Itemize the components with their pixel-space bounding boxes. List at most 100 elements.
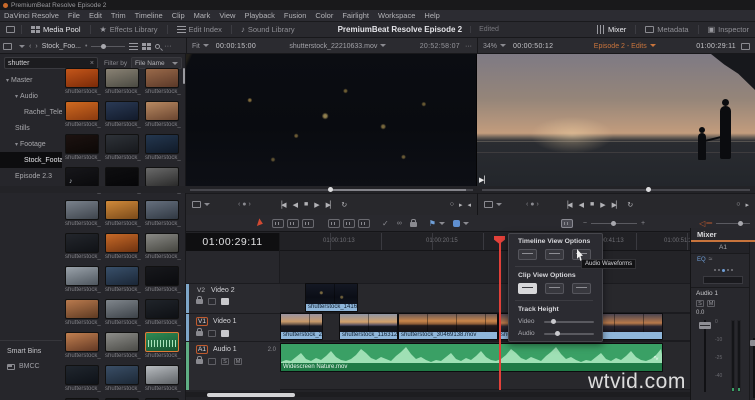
tab-edit-index[interactable]: Edit Index [168,22,231,38]
dynamic-trim-mode-button[interactable] [287,218,299,228]
timeline-name-dropdown[interactable]: Episode 2 - Edits [553,43,696,50]
track-solo-button[interactable]: S [221,358,229,365]
track-enable-icon[interactable] [221,298,229,305]
play-reverse-button[interactable]: ◀ [293,201,298,209]
media-thumbnail[interactable]: shutterstock_ [145,134,181,167]
play-button[interactable]: ▶ [314,201,319,209]
timeline-clip[interactable]: shutterstock_11631254... [339,313,398,340]
loop-button[interactable]: ↻ [341,201,347,209]
tl-play-button[interactable]: ▶ [600,201,605,209]
track-header-v2[interactable]: V2 Video 2 [186,283,280,314]
media-thumbnail[interactable]: shutterstock_ [65,365,101,398]
track-header-a1[interactable]: A1 Audio 1 2.0 S M [186,341,280,390]
thumbnail-scrollbar[interactable] [183,68,185,84]
dual-screen-icon[interactable] [0,22,21,38]
bin-forward-button[interactable]: › [35,43,37,50]
media-thumbnail[interactable]: shutterstock_ [65,200,101,233]
tl-loop-button[interactable]: ↻ [627,201,633,209]
media-thumbnail[interactable]: shutterstock_ [145,365,181,398]
track-target-badge[interactable]: A1 [196,345,208,354]
go-to-last-frame-button[interactable]: ▶▏ [326,201,336,209]
media-thumbnail[interactable]: shutterstock_ [65,266,101,299]
track-target-badge[interactable]: V1 [196,317,208,326]
media-thumbnail[interactable]: shutterstock_ [145,332,181,365]
audio-height-slider[interactable] [544,330,594,336]
zoom-in-icon[interactable]: + [641,220,645,227]
tl-mark-icon[interactable]: ▸ [745,201,749,209]
bin-options-button[interactable]: ··· [164,43,171,50]
track-mute-button[interactable]: M [234,358,242,365]
stop-button[interactable]: ■ [304,201,308,208]
playhead-line[interactable] [499,239,501,390]
source-scrubber-playhead[interactable] [328,187,333,192]
menu-clip[interactable]: Clip [172,11,185,20]
grid-view-icon[interactable] [142,42,152,50]
bin-item[interactable]: Rachel_Tele... [0,104,62,120]
selection-mode-button[interactable] [256,218,265,228]
search-clear-icon[interactable]: × [90,60,94,67]
timeline-jog-control[interactable]: ‹ ● › [526,201,539,208]
timeline-video-frame[interactable] [477,54,755,186]
track-enable-icon[interactable] [221,330,229,337]
media-thumbnail[interactable]: shutterstock_ [105,68,141,101]
mark-out-icon[interactable]: ◂ [467,201,471,209]
bin-back-button[interactable]: ‹ [29,43,31,50]
media-thumbnail[interactable]: shutterstock_ [145,299,181,332]
timeline-clip[interactable]: shutterstock_30469138.mov [398,313,498,340]
timeline-clip[interactable]: shutterstock_1416704... [305,283,358,312]
media-thumbnail[interactable]: ♪shutterstock_ [65,167,101,200]
volume-slider[interactable] [716,220,751,226]
media-thumbnail[interactable]: shutterstock_ [65,68,101,101]
mark-in-icon[interactable]: ▸ [459,201,463,209]
flag-icon[interactable]: ⚑ [429,219,436,228]
media-thumbnail[interactable]: shutterstock_ [65,332,101,365]
media-thumbnail[interactable]: shutterstock_ [145,233,181,266]
track-header-v1[interactable]: V1 Video 1 [186,313,280,342]
chevron-down-icon[interactable]: ▾ [15,93,18,100]
tl-play-reverse-button[interactable]: ◀ [579,201,584,209]
position-lock-icon[interactable] [409,219,417,227]
mixer-solo-button[interactable]: S [696,300,704,307]
timeline-zoom-dropdown[interactable]: 34% [483,43,507,50]
media-thumbnail[interactable]: shutterstock_ [145,167,181,200]
fade-handle-icon[interactable]: ∿ [653,354,659,362]
insert-clip-button[interactable] [328,218,340,228]
bin-item[interactable]: Episode 2.3 [0,168,62,184]
media-thumbnail[interactable]: shutterstock_ [65,101,101,134]
menu-color[interactable]: Color [315,11,333,20]
match-frame-icon[interactable]: ○ [450,201,454,208]
chevron-down-icon[interactable]: ▾ [15,141,18,148]
video-height-slider[interactable] [544,318,594,324]
media-thumbnail[interactable]: shutterstock_ [145,266,181,299]
timeline-display-mode-icon[interactable] [484,201,493,208]
menu-timeline[interactable]: Timeline [135,11,163,20]
timeline-scrubber[interactable] [482,187,750,192]
pan-graph[interactable] [703,276,743,284]
clip-view-filmstrip-button[interactable] [518,283,537,294]
timeline-zoom-slider[interactable] [590,220,637,226]
media-thumbnail[interactable]: shutterstock_ [145,68,181,101]
media-thumbnail[interactable]: shutterstock_ [105,167,141,200]
bin-item[interactable]: ▾ Audio [0,88,62,104]
replace-clip-button[interactable] [358,218,370,228]
menu-trim[interactable]: Trim [111,11,126,20]
menu-fusion[interactable]: Fusion [284,11,307,20]
tab-sound-library[interactable]: ♪ Sound Library [232,22,304,38]
timeline-view-options-button[interactable] [560,218,573,228]
tl-stop-button[interactable]: ■ [590,201,594,208]
source-video-frame[interactable] [186,54,476,186]
menu-playback[interactable]: Playback [244,11,274,20]
tab-media-pool[interactable]: Media Pool [22,22,90,38]
media-thumbnail[interactable]: shutterstock_ [105,266,141,299]
audio-mute-icon[interactable]: ◁＝ [699,218,713,229]
track-lock-icon[interactable] [196,356,203,364]
go-to-first-frame-button[interactable]: ▕◀ [277,201,287,209]
media-thumbnail[interactable]: shutterstock_ [105,134,141,167]
media-thumbnail[interactable]: shutterstock_ [65,233,101,266]
menu-mark[interactable]: Mark [194,11,211,20]
tab-inspector[interactable]: ▣ Inspector [699,22,755,38]
bin-item[interactable]: ▾ Footage [0,136,62,152]
source-scrubber[interactable] [190,187,473,192]
subtitle-track-button[interactable] [545,249,564,260]
clip-view-thumbnail-button[interactable] [545,283,564,294]
